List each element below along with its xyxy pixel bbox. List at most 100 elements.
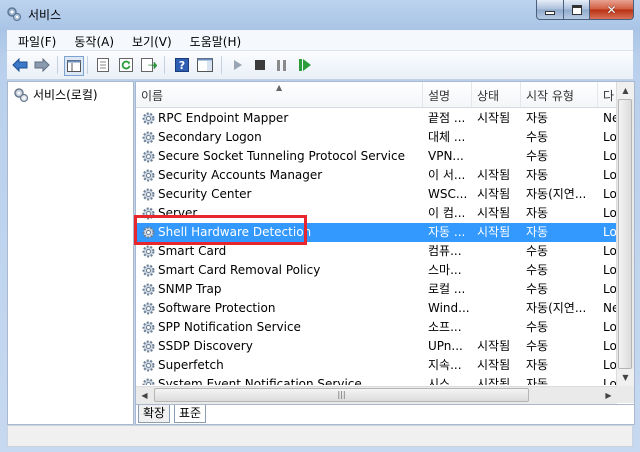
service-gear-icon bbox=[141, 168, 156, 183]
minimize-button[interactable] bbox=[536, 0, 564, 20]
service-startup-cell: 수동 bbox=[526, 263, 549, 277]
help-button[interactable]: ? bbox=[173, 56, 191, 74]
service-name-cell: SNMP Trap bbox=[158, 282, 222, 296]
refresh-button[interactable] bbox=[117, 56, 135, 74]
menu-file[interactable]: 파일(F) bbox=[7, 30, 63, 50]
column-description[interactable]: 설명 bbox=[423, 82, 472, 107]
show-hide-console-tree-button[interactable] bbox=[64, 56, 84, 76]
service-logon-cell: Lo bbox=[603, 130, 617, 144]
service-row[interactable]: RPC Endpoint Mapper 끝점 ... 시작됨 자동 Ne bbox=[136, 109, 619, 128]
service-status-cell: 시작됨 bbox=[477, 225, 511, 239]
service-name-cell: Secondary Logon bbox=[158, 130, 262, 144]
properties-icon bbox=[97, 58, 109, 72]
toolbar: ? bbox=[7, 51, 633, 80]
sort-ascending-icon: ▲ bbox=[276, 83, 283, 92]
service-startup-cell: 수동 bbox=[526, 244, 549, 258]
horizontal-scroll-thumb[interactable]: ||| bbox=[154, 388, 529, 402]
service-gear-icon bbox=[141, 320, 156, 335]
service-status-cell: 시작됨 bbox=[477, 168, 511, 182]
service-logon-cell: Lo bbox=[603, 244, 617, 258]
service-row[interactable]: Software Protection Wind... 자동(지연... Ne bbox=[136, 299, 619, 318]
restart-icon bbox=[299, 59, 311, 71]
close-button[interactable]: ✕ bbox=[590, 0, 634, 20]
horizontal-scrollbar[interactable]: ◀ ||| ▶ bbox=[136, 386, 617, 404]
service-row[interactable]: SPP Notification Service 소프... 수동 Lo bbox=[136, 318, 619, 337]
service-desc-cell: 소프... bbox=[428, 320, 462, 334]
vertical-scrollbar[interactable]: ▲ ▼ bbox=[616, 82, 634, 386]
service-name-cell: Security Accounts Manager bbox=[158, 168, 323, 182]
service-logon-cell: Lo bbox=[603, 149, 617, 163]
service-desc-cell: WSC... bbox=[428, 187, 468, 201]
service-startup-cell: 자동(지연... bbox=[526, 187, 587, 201]
service-desc-cell: 이 서... bbox=[428, 168, 466, 182]
services-list: RPC Endpoint Mapper 끝점 ... 시작됨 자동 Ne Secondar… bbox=[136, 109, 634, 385]
tree-item-services-local[interactable]: 서비스(로컬) bbox=[13, 86, 98, 103]
service-gear-icon bbox=[141, 377, 156, 385]
scroll-left-icon[interactable]: ◀ bbox=[136, 387, 153, 404]
service-desc-cell: 자동 ... bbox=[428, 225, 466, 239]
service-row[interactable]: System Event Notification Service 시스... 시작… bbox=[136, 375, 619, 385]
column-status[interactable]: 상태 bbox=[472, 82, 521, 107]
service-logon-cell: Lo bbox=[603, 358, 617, 372]
service-logon-cell: Lo bbox=[603, 282, 617, 296]
close-icon: ✕ bbox=[606, 2, 617, 17]
menu-action[interactable]: 동작(A) bbox=[63, 30, 121, 50]
properties-button[interactable] bbox=[94, 56, 112, 74]
maximize-button[interactable] bbox=[564, 0, 590, 20]
menu-view[interactable]: 보기(V) bbox=[121, 30, 179, 50]
selection-highlight-box bbox=[134, 215, 307, 245]
service-name-cell: Superfetch bbox=[158, 358, 224, 372]
scrollbar-corner bbox=[617, 386, 634, 403]
service-row[interactable]: Secondary Logon 대체 ... 수동 Lo bbox=[136, 128, 619, 147]
service-row[interactable]: SNMP Trap 로컬 ... 수동 Lo bbox=[136, 280, 619, 299]
service-logon-cell: Lo bbox=[603, 377, 617, 385]
service-startup-cell: 자동 bbox=[526, 358, 549, 372]
forward-button[interactable] bbox=[33, 56, 51, 74]
service-gear-icon bbox=[141, 358, 156, 373]
service-startup-cell: 자동 bbox=[526, 206, 549, 220]
service-name-cell: Security Center bbox=[158, 187, 252, 201]
service-gear-icon bbox=[141, 187, 156, 202]
console-tree-pane: 서비스(로컬) bbox=[7, 81, 134, 425]
stop-service-button[interactable] bbox=[251, 56, 269, 74]
toolbar-separator bbox=[57, 56, 58, 74]
service-row[interactable]: SSDP Discovery UPn... 시작됨 수동 Lo bbox=[136, 337, 619, 356]
vertical-scroll-thumb[interactable] bbox=[618, 99, 632, 369]
services-window: 서비스 ✕ 파일(F) 동작(A) 보기(V) 도움말(H) ? 서비스(로컬)… bbox=[0, 0, 640, 452]
service-row[interactable]: Smart Card Removal Policy 스마... 수동 Lo bbox=[136, 261, 619, 280]
service-desc-cell: 스마... bbox=[428, 263, 462, 277]
tab-standard[interactable]: 표준 bbox=[174, 405, 207, 423]
start-service-button[interactable] bbox=[229, 56, 247, 74]
service-status-cell: 시작됨 bbox=[477, 206, 511, 220]
service-row[interactable]: Superfetch 지속... 시작됨 자동 Lo bbox=[136, 356, 619, 375]
show-action-pane-button[interactable] bbox=[196, 56, 214, 74]
tab-extended[interactable]: 확장 bbox=[138, 405, 171, 423]
column-startup-type[interactable]: 시작 유형 bbox=[521, 82, 598, 107]
svg-text:?: ? bbox=[179, 59, 185, 72]
view-tabs: 확장 표준 bbox=[136, 404, 634, 424]
service-row[interactable]: Security Accounts Manager 이 서... 시작됨 자동 Lo bbox=[136, 166, 619, 185]
scroll-right-icon[interactable]: ▶ bbox=[600, 387, 617, 404]
service-status-cell: 시작됨 bbox=[477, 111, 511, 125]
service-startup-cell: 자동(지연... bbox=[526, 301, 587, 315]
title-bar[interactable]: 서비스 ✕ bbox=[0, 0, 640, 28]
service-startup-cell: 수동 bbox=[526, 282, 549, 296]
restart-service-button[interactable] bbox=[296, 56, 314, 74]
service-desc-cell: UPn... bbox=[428, 339, 463, 353]
pause-service-button[interactable] bbox=[273, 56, 291, 74]
service-startup-cell: 자동 bbox=[526, 168, 549, 182]
service-gear-icon bbox=[141, 263, 156, 278]
service-status-cell: 시작됨 bbox=[477, 187, 511, 201]
scroll-down-icon[interactable]: ▼ bbox=[617, 369, 634, 386]
service-name-cell: Smart Card Removal Policy bbox=[158, 263, 321, 277]
service-row[interactable]: Security Center WSC... 시작됨 자동(지연... Lo bbox=[136, 185, 619, 204]
service-desc-cell: 지속... bbox=[428, 358, 462, 372]
toolbar-separator bbox=[164, 56, 165, 74]
service-status-cell: 시작됨 bbox=[477, 377, 511, 385]
export-list-button[interactable] bbox=[140, 56, 158, 74]
service-row[interactable]: Secure Socket Tunneling Protocol Service… bbox=[136, 147, 619, 166]
menu-help[interactable]: 도움말(H) bbox=[179, 30, 249, 50]
scroll-up-icon[interactable]: ▲ bbox=[617, 82, 634, 99]
back-button[interactable] bbox=[11, 56, 29, 74]
minimize-icon bbox=[545, 10, 555, 15]
